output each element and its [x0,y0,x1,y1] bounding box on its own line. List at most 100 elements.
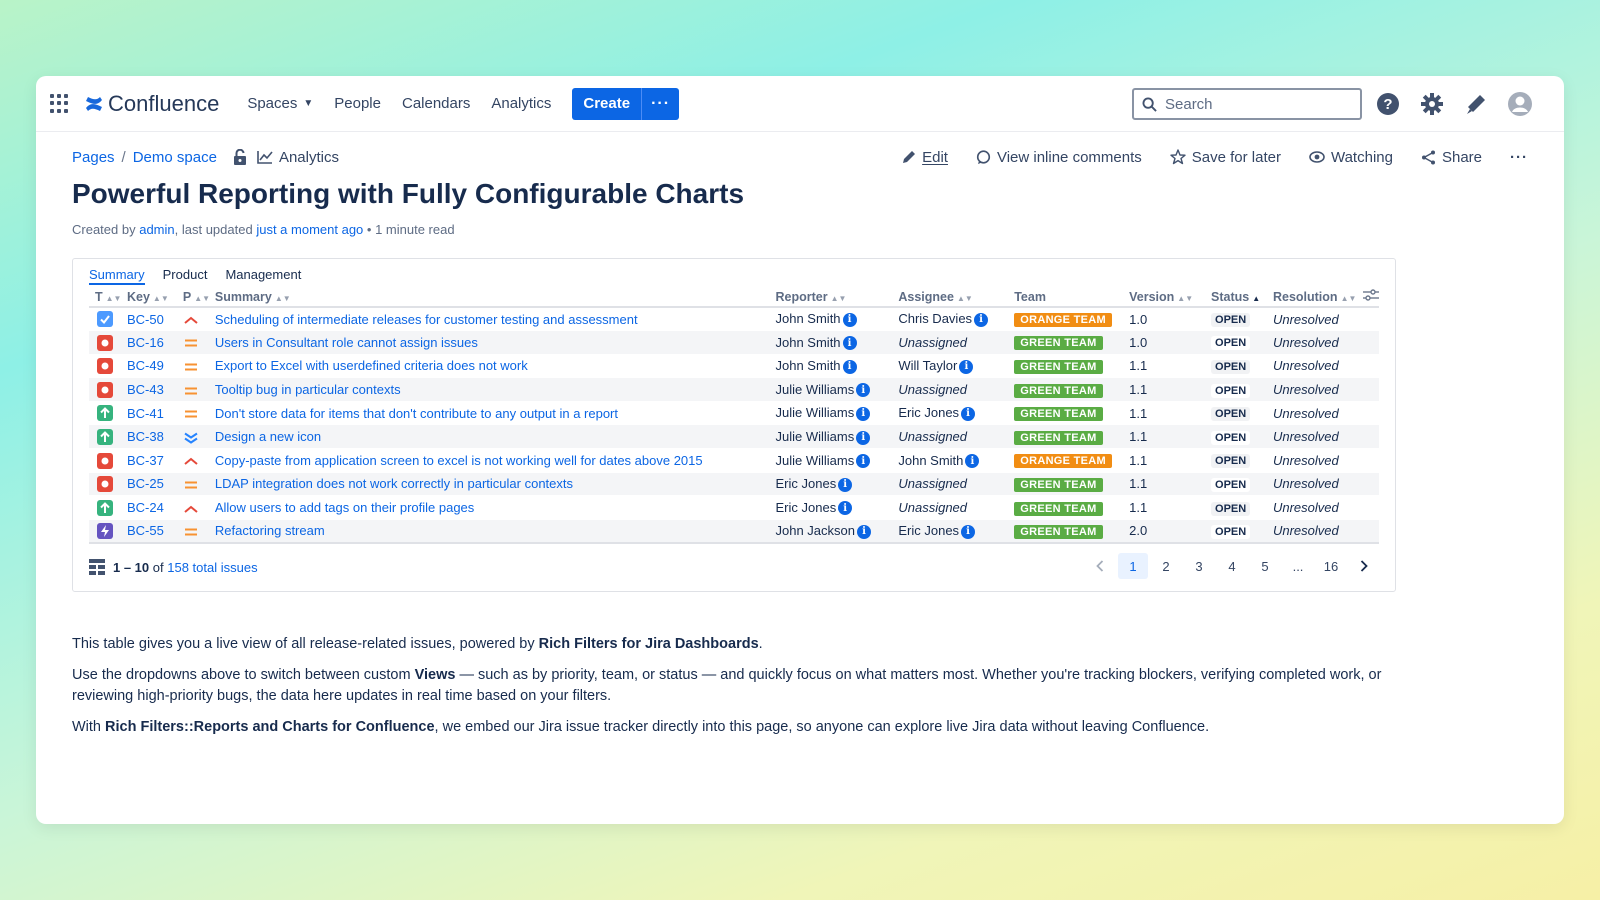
share-button[interactable]: Share [1421,149,1482,166]
table-row[interactable]: BC-50 Scheduling of intermediate releases… [89,307,1379,331]
analytics-link[interactable]: Analytics [257,149,339,166]
assignee-name[interactable]: Eric Jones [898,523,959,538]
info-icon[interactable]: i [965,454,980,469]
table-layout-icon[interactable] [89,559,105,575]
info-icon[interactable]: i [961,406,976,421]
tab-management[interactable]: Management [225,267,301,285]
issue-key-link[interactable]: BC-16 [127,335,164,350]
app-switcher-icon[interactable] [50,93,70,114]
avatar-icon[interactable] [1506,90,1534,118]
table-row[interactable]: BC-41 Don't store data for items that don… [89,401,1379,425]
column-header-resolution[interactable]: Resolution ▲▼ [1272,287,1363,308]
issue-summary-link[interactable]: Tooltip bug in particular contexts [215,382,401,397]
issue-summary-link[interactable]: Refactoring stream [215,523,325,538]
nav-calendars[interactable]: Calendars [402,95,470,112]
info-icon[interactable]: i [842,312,857,327]
page-button-5[interactable]: 5 [1250,553,1280,579]
table-row[interactable]: BC-38 Design a new icon Julie Williams i Una… [89,424,1379,449]
table-row[interactable]: BC-55 Refactoring stream John Jackson i Eric… [89,519,1379,543]
page-button-3[interactable]: 3 [1184,553,1214,579]
info-icon[interactable]: i [838,501,853,516]
reporter-name[interactable]: John Smith [776,358,841,373]
info-icon[interactable]: i [842,336,857,351]
more-actions-button[interactable]: ··· [1510,149,1528,166]
issue-key-link[interactable]: BC-50 [127,312,164,327]
next-page-button[interactable] [1349,553,1379,579]
issue-key-link[interactable]: BC-49 [127,358,164,373]
confluence-logo[interactable]: Confluence [84,91,219,117]
issue-summary-link[interactable]: Copy-paste from application screen to ex… [215,453,703,468]
table-row[interactable]: BC-43 Tooltip bug in particular contexts J… [89,377,1379,402]
issue-summary-link[interactable]: Design a new icon [215,429,321,444]
reporter-name[interactable]: Julie Williams [776,453,855,468]
column-header-version[interactable]: Version ▲▼ [1129,287,1212,308]
edit-button[interactable]: Edit [902,149,948,166]
megaphone-icon[interactable] [1462,90,1490,118]
column-header-status[interactable]: Status ▲ [1211,287,1273,308]
issue-key-link[interactable]: BC-37 [127,453,164,468]
page-button-2[interactable]: 2 [1151,553,1181,579]
reporter-name[interactable]: Julie Williams [776,405,855,420]
issue-summary-link[interactable]: Allow users to add tags on their profile… [215,500,474,515]
info-icon[interactable]: i [856,454,871,469]
total-issues-link[interactable]: 158 total issues [167,560,257,575]
nav-people[interactable]: People [334,95,381,112]
info-icon[interactable]: i [856,383,871,398]
info-icon[interactable]: i [857,524,871,539]
issue-key-link[interactable]: BC-41 [127,406,164,421]
page-button-1[interactable]: 1 [1118,553,1148,579]
issue-key-link[interactable]: BC-25 [127,476,164,491]
table-row[interactable]: BC-49 Export to Excel with userdefined cr… [89,354,1379,378]
info-icon[interactable]: i [842,359,857,374]
author-link[interactable]: admin [139,222,174,237]
info-icon[interactable]: i [974,312,989,327]
column-header-reporter[interactable]: Reporter ▲▼ [775,287,899,308]
table-row[interactable]: BC-37 Copy-paste from application screen … [89,449,1379,473]
search-input[interactable] [1165,95,1345,113]
assignee-name[interactable]: Will Taylor [898,358,957,373]
assignee-name[interactable]: Chris Davies [898,311,972,326]
watching-button[interactable]: Watching [1309,149,1393,166]
column-header-type[interactable]: T ▲▼ [89,287,127,308]
tab-summary[interactable]: Summary [89,267,145,285]
nav-spaces[interactable]: Spaces ▼ [247,95,313,112]
column-header-team[interactable]: Team [1014,287,1130,308]
info-icon[interactable]: i [961,524,976,539]
help-icon[interactable]: ? [1374,90,1402,118]
issue-summary-link[interactable]: Export to Excel with userdefined criteri… [215,358,528,373]
previous-page-button[interactable] [1085,553,1115,579]
page-button-16[interactable]: 16 [1316,553,1346,579]
column-header-summary[interactable]: Summary ▲▼ [214,287,776,308]
column-settings-button[interactable] [1362,287,1379,308]
reporter-name[interactable]: John Smith [776,311,841,326]
reporter-name[interactable]: Julie Williams [776,382,855,397]
unlock-icon[interactable] [233,149,247,165]
issue-key-link[interactable]: BC-38 [127,429,164,444]
reporter-name[interactable]: John Jackson [776,523,856,538]
reporter-name[interactable]: Julie Williams [776,429,855,444]
create-button[interactable]: Create [572,87,642,120]
issue-key-link[interactable]: BC-43 [127,382,164,397]
gear-icon[interactable] [1418,90,1446,118]
assignee-name[interactable]: John Smith [898,453,963,468]
table-row[interactable]: BC-25 LDAP integration does not work corr… [89,472,1379,496]
column-header-priority[interactable]: P ▲▼ [182,287,215,308]
issue-summary-link[interactable]: Don't store data for items that don't co… [215,406,618,421]
page-button-4[interactable]: 4 [1217,553,1247,579]
column-header-assignee[interactable]: Assignee ▲▼ [898,287,1015,308]
issue-summary-link[interactable]: Scheduling of intermediate releases for … [215,312,638,327]
breadcrumb-pages[interactable]: Pages [72,149,115,166]
column-header-key[interactable]: Key ▲▼ [126,287,183,308]
reporter-name[interactable]: Eric Jones [776,476,837,491]
assignee-name[interactable]: Eric Jones [898,405,959,420]
nav-analytics[interactable]: Analytics [491,95,551,112]
tab-product[interactable]: Product [163,267,208,285]
create-more-button[interactable]: ··· [641,87,680,120]
info-icon[interactable]: i [959,359,974,374]
issue-summary-link[interactable]: Users in Consultant role cannot assign i… [215,335,478,350]
info-icon[interactable]: i [856,406,871,421]
table-row[interactable]: BC-24 Allow users to add tags on their pr… [89,496,1379,520]
breadcrumb-demo-space[interactable]: Demo space [133,149,217,166]
info-icon[interactable]: i [838,477,853,492]
table-row[interactable]: BC-16 Users in Consultant role cannot ass… [89,330,1379,355]
